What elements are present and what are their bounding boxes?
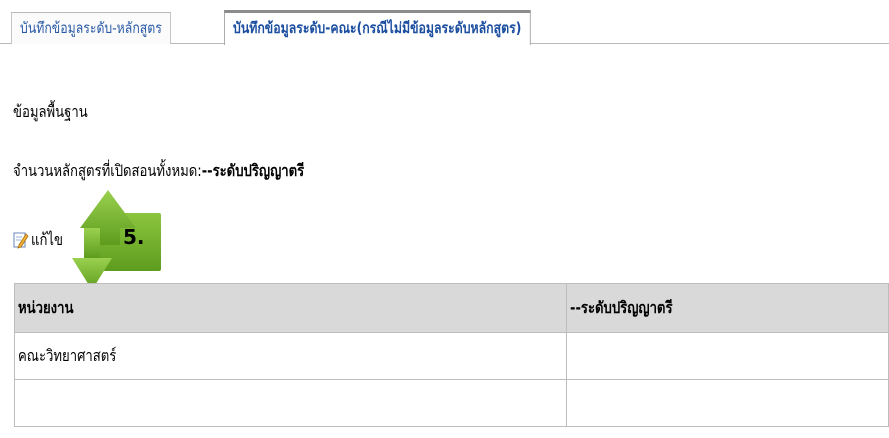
- column-header-degree: --ระดับปริญญาตรี: [566, 283, 889, 333]
- tab-bar: บันทึกข้อมูลระดับ-หลักสูตร บันทึกข้อมูลร…: [0, 0, 889, 45]
- section-title: ข้อมูลพื้นฐาน: [13, 102, 88, 121]
- tab-faculty-level[interactable]: บันทึกข้อมูลระดับ-คณะ(กรณีไม่มีข้อมูลระด…: [224, 10, 531, 45]
- column-header-unit: หน่วยงาน: [13, 283, 568, 333]
- course-count-line: จำนวนหลักสูตรที่เปิดสอนทั้งหมด:--ระดับปร…: [13, 159, 304, 184]
- table-cell: คณะวิทยาศาสตร์: [13, 332, 568, 380]
- step-label: 5.: [123, 225, 145, 249]
- tab-course-level[interactable]: บันทึกข้อมูลระดับ-หลักสูตร: [11, 12, 171, 44]
- course-count-label: จำนวนหลักสูตรที่เปิดสอนทั้งหมด:: [13, 161, 202, 180]
- table-cell: [566, 332, 889, 380]
- data-table: หน่วยงาน --ระดับปริญญาตรี คณะวิทยาศาสตร์: [13, 283, 889, 427]
- edit-button[interactable]: แก้ไข: [13, 229, 70, 251]
- table-cell: [566, 379, 889, 427]
- edit-pencil-icon: [13, 232, 29, 249]
- table-row: [13, 379, 889, 427]
- course-count-value: --ระดับปริญญาตรี: [201, 161, 305, 180]
- edit-label: แก้ไข: [31, 229, 63, 249]
- table-row: คณะวิทยาศาสตร์: [13, 332, 889, 380]
- table-header-row: หน่วยงาน --ระดับปริญญาตรี: [13, 283, 889, 333]
- table-cell: [13, 379, 568, 427]
